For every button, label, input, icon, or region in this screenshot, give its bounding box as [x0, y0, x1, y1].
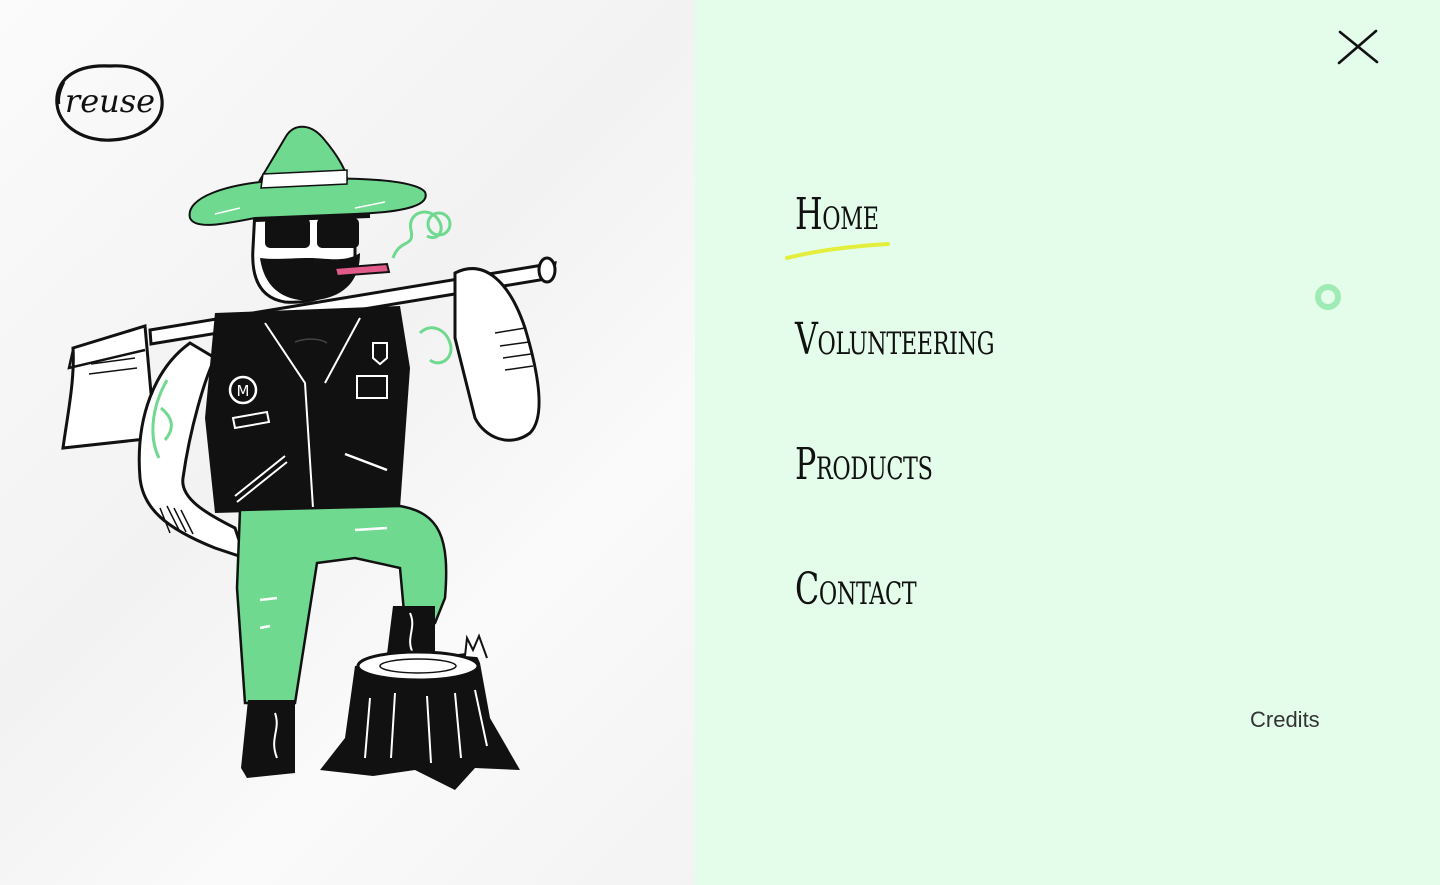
credits-link[interactable]: Credits [1250, 707, 1320, 733]
lumberjack-illustration: M [61, 125, 557, 790]
nav-item-label: Contact [795, 564, 917, 615]
nav-item-label: Products [795, 439, 933, 490]
nav-item-label: Volunteering [795, 314, 995, 365]
nav-item-products[interactable]: Products [795, 435, 994, 560]
logo-text: reuse [65, 82, 155, 120]
nav-item-volunteering[interactable]: Volunteering [795, 310, 995, 435]
active-underline [785, 242, 890, 260]
close-icon[interactable] [1334, 26, 1382, 68]
illustration-panel: reuse M [0, 0, 695, 885]
decorative-ring-icon [1315, 284, 1341, 310]
nav-item-contact[interactable]: Contact [795, 560, 994, 685]
svg-text:M: M [237, 382, 250, 400]
